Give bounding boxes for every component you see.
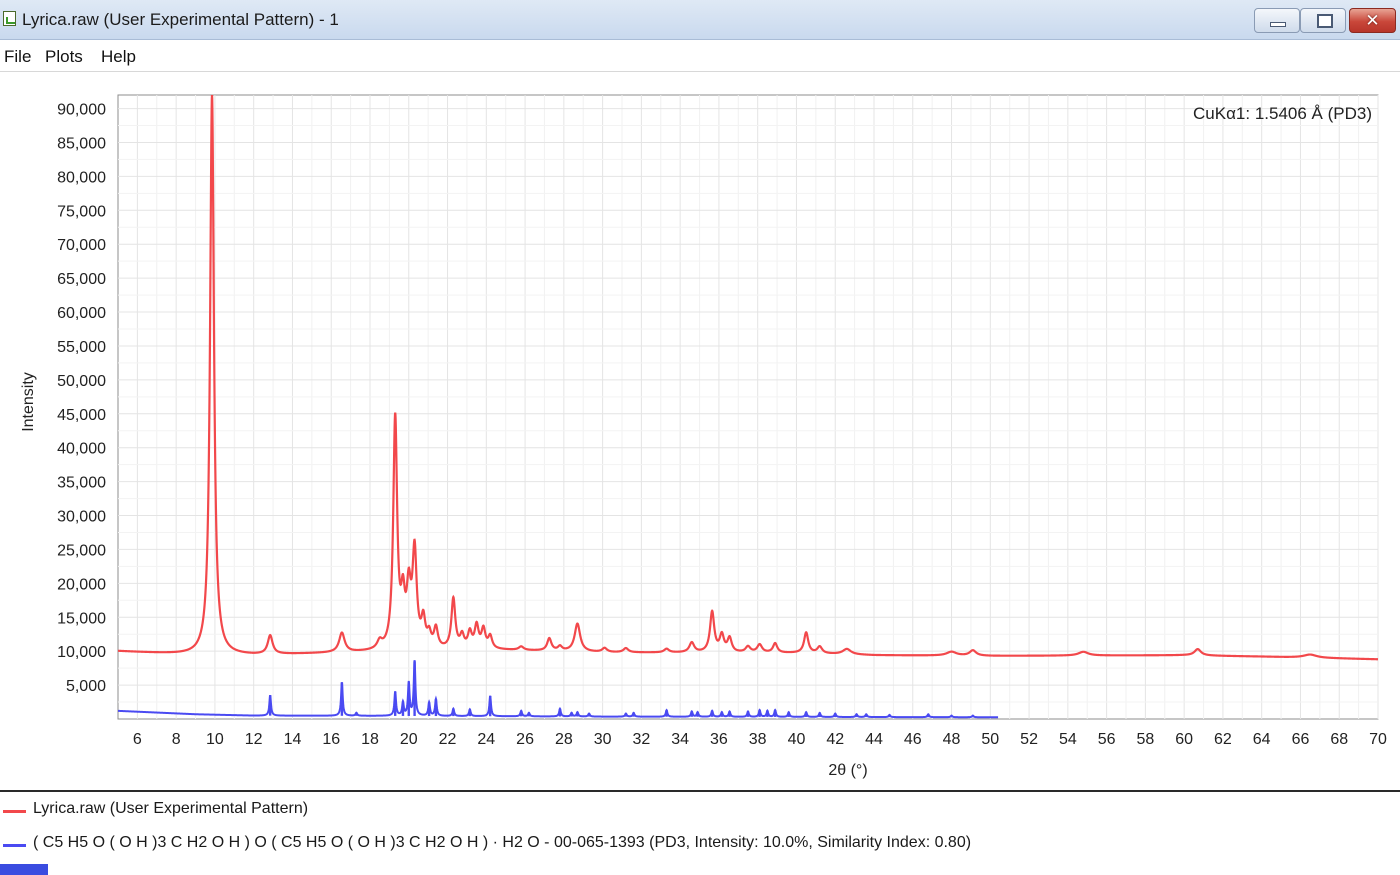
x-tick-label: 6 — [133, 731, 142, 748]
x-tick-label: 36 — [710, 731, 728, 748]
maximize-button[interactable] — [1300, 8, 1346, 33]
y-tick-label: 85,000 — [57, 135, 106, 152]
x-tick-label: 54 — [1059, 731, 1077, 748]
x-tick-label: 66 — [1292, 731, 1310, 748]
app-icon — [3, 11, 16, 26]
x-tick-label: 62 — [1214, 731, 1232, 748]
menu-bar: File Plots Help — [0, 40, 1400, 72]
menu-file[interactable]: File — [4, 47, 31, 67]
x-tick-label: 10 — [206, 731, 224, 748]
x-tick-label: 58 — [1136, 731, 1154, 748]
y-tick-label: 65,000 — [57, 271, 106, 288]
x-tick-label: 30 — [594, 731, 612, 748]
legend-swatch-reference — [3, 844, 26, 847]
y-tick-label: 80,000 — [57, 169, 106, 186]
x-tick-label: 38 — [749, 731, 767, 748]
x-tick-label: 26 — [516, 731, 534, 748]
y-tick-label: 35,000 — [57, 475, 106, 492]
y-tick-label: 75,000 — [57, 203, 106, 220]
legend-scroll-thumb[interactable] — [0, 864, 48, 875]
y-tick-label: 50,000 — [57, 373, 106, 390]
menu-plots[interactable]: Plots — [45, 47, 83, 67]
y-tick-label: 25,000 — [57, 542, 106, 559]
y-tick-label: 60,000 — [57, 305, 106, 322]
legend-item-experimental[interactable]: Lyrica.raw (User Experimental Pattern) — [0, 799, 1400, 823]
y-tick-label: 15,000 — [57, 610, 106, 627]
y-tick-label: 10,000 — [57, 644, 106, 661]
menu-help[interactable]: Help — [101, 47, 136, 67]
x-tick-label: 16 — [322, 731, 340, 748]
chart-svg: 6 8 10 12 14 16 18 20 22 24 26 28 30 32 34 36 38 40 42 44 46… — [20, 94, 1387, 779]
y-tick-label: 40,000 — [57, 441, 106, 458]
x-tick-label: 60 — [1175, 731, 1193, 748]
x-tick-label: 48 — [943, 731, 961, 748]
x-tick-label: 46 — [904, 731, 922, 748]
y-tick-label: 20,000 — [57, 576, 106, 593]
x-tick-label: 50 — [981, 731, 999, 748]
y-tick-label: 90,000 — [57, 102, 106, 119]
y-axis-label: Intensity — [20, 372, 37, 432]
x-tick-label: 14 — [284, 731, 302, 748]
x-tick-label: 28 — [555, 731, 573, 748]
x-tick-label: 42 — [826, 731, 844, 748]
x-tick-label: 20 — [400, 731, 418, 748]
close-icon: ✕ — [1365, 11, 1380, 30]
x-tick-label: 34 — [671, 731, 689, 748]
x-tick-label: 24 — [477, 731, 495, 748]
window-title: Lyrica.raw (User Experimental Pattern) -… — [22, 10, 339, 29]
y-tick-label: 45,000 — [57, 407, 106, 424]
y-tick-label: 30,000 — [57, 509, 106, 526]
x-tick-label: 40 — [788, 731, 806, 748]
x-tick-label: 70 — [1369, 731, 1387, 748]
x-tick-label: 22 — [439, 731, 457, 748]
legend-swatch-experimental — [3, 810, 26, 813]
x-tick-label: 18 — [361, 731, 379, 748]
y-tick-label: 5,000 — [66, 678, 106, 695]
x-tick-label: 12 — [245, 731, 263, 748]
x-tick-label: 68 — [1330, 731, 1348, 748]
x-tick-label: 52 — [1020, 731, 1038, 748]
wavelength-annotation: CuKα1: 1.5406 Å (PD3) — [1193, 104, 1372, 123]
x-tick-label: 44 — [865, 731, 883, 748]
plot-frame — [117, 94, 1379, 720]
legend-label-reference: ( C5 H5 O ( O H )3 C H2 O H ) O ( C5 H5 … — [33, 834, 972, 851]
minimize-button[interactable] — [1254, 8, 1300, 33]
x-axis-label: 2θ (°) — [828, 762, 867, 779]
x-tick-label: 8 — [172, 731, 181, 748]
diffraction-chart[interactable]: 6 8 10 12 14 16 18 20 22 24 26 28 30 32 34 36 38 40 42 44 46… — [0, 73, 1400, 788]
x-tick-label: 56 — [1098, 731, 1116, 748]
close-button[interactable]: ✕ — [1349, 8, 1396, 33]
minimize-icon — [1270, 22, 1286, 27]
x-tick-label: 32 — [632, 731, 650, 748]
legend-item-reference[interactable]: ( C5 H5 O ( O H )3 C H2 O H ) O ( C5 H5 … — [0, 833, 1400, 857]
window-title-bar[interactable]: Lyrica.raw (User Experimental Pattern) -… — [0, 0, 1400, 40]
maximize-icon — [1317, 14, 1333, 28]
y-tick-label: 70,000 — [57, 237, 106, 254]
legend-panel: Lyrica.raw (User Experimental Pattern) (… — [0, 790, 1400, 875]
legend-label-experimental: Lyrica.raw (User Experimental Pattern) — [33, 800, 309, 817]
x-tick-label: 64 — [1253, 731, 1271, 748]
y-tick-label: 55,000 — [57, 339, 106, 356]
